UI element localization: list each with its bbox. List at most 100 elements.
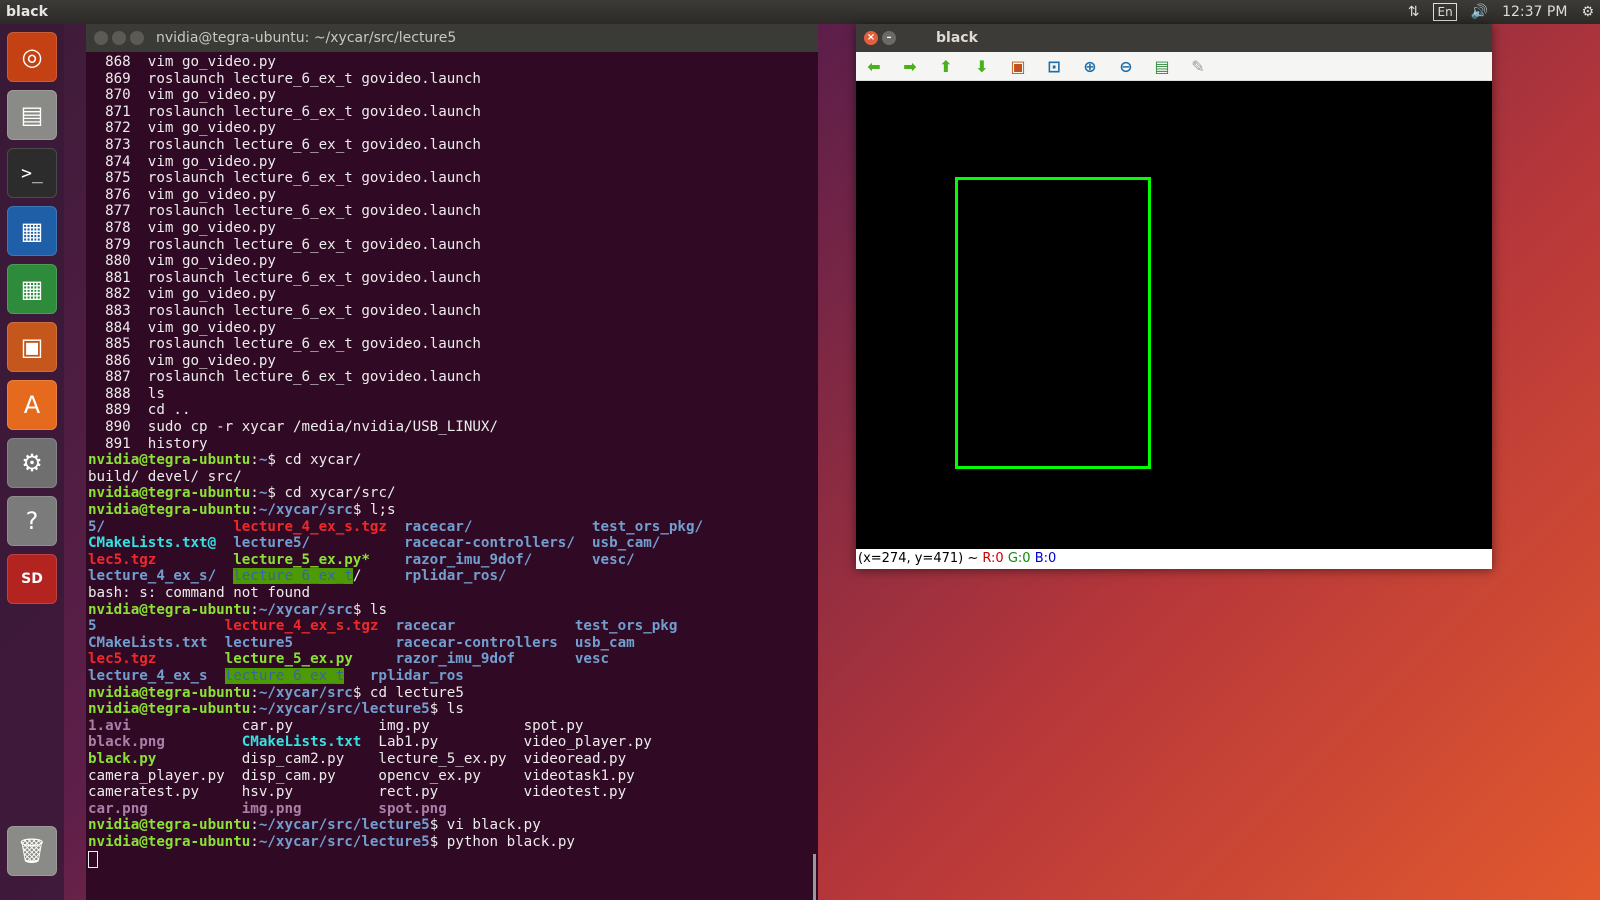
wrench-gear-icon[interactable]: ⚙ [7, 438, 57, 488]
ls-entry: 5/ [88, 518, 234, 535]
history-number: 872 [88, 120, 148, 137]
terminal-line: 5/ lecture_4_ex_s.tgz racecar/ test_ors_… [88, 519, 818, 536]
minimize-icon[interactable] [112, 31, 126, 45]
active-window-title: black [6, 4, 48, 20]
terminal-line: 878 vim go_video.py [88, 220, 818, 237]
history-number: 887 [88, 369, 148, 386]
zoom-out-icon[interactable]: ⊖ [1116, 56, 1136, 76]
terminal-line: 875 roslaunch lecture_6_ex_t govideo.lau… [88, 170, 818, 187]
prompt-symbol: $ [267, 452, 285, 469]
prompt-path: ~/xycar/src/lecture5 [258, 817, 430, 834]
close-icon[interactable] [94, 31, 108, 45]
terminal-icon[interactable]: >_ [7, 148, 57, 198]
system-tray: ⇅ En 🔊 12:37 PM ⚙ [1408, 0, 1594, 24]
terminal-titlebar[interactable]: nvidia@tegra-ubuntu: ~/xycar/src/lecture… [86, 24, 818, 52]
terminal-line: 5 lecture_4_ex_s.tgz racecar test_ors_pk… [88, 618, 818, 635]
terminal-line: nvidia@tegra-ubuntu:~/xycar/src/lecture5… [88, 701, 818, 718]
terminal-output[interactable]: 868 vim go_video.py 869 roslaunch lectur… [86, 52, 818, 868]
sd-card-icon[interactable]: SD [7, 554, 57, 604]
image-viewer-titlebar[interactable]: × – black [856, 24, 1492, 52]
error-message: bash: s: command not found [88, 585, 311, 601]
arrow-right-icon[interactable]: ➡ [900, 56, 920, 76]
terminal-line: CMakeLists.txt lecture5 racecar-controll… [88, 635, 818, 652]
history-number: 881 [88, 269, 148, 286]
terminal-window[interactable]: nvidia@tegra-ubuntu: ~/xycar/src/lecture… [86, 24, 818, 900]
ls-entry: usb_cam [574, 634, 635, 651]
zoom-in-icon[interactable]: ⊕ [1080, 56, 1100, 76]
terminal-line: 870 vim go_video.py [88, 87, 818, 104]
ls-entry: videotask1.py [523, 767, 635, 784]
prompt-user: nvidia@tegra-ubuntu [88, 833, 251, 850]
history-command: roslaunch lecture_6_ex_t govideo.launch [147, 336, 481, 353]
arrow-left-icon[interactable]: ⬅ [864, 56, 884, 76]
shopping-bag-icon[interactable]: A [7, 380, 57, 430]
history-number: 874 [88, 153, 148, 170]
history-number: 886 [88, 352, 148, 369]
arrow-up-icon[interactable]: ⬆ [936, 56, 956, 76]
ls-entry: lecture_5_ex.py [224, 651, 396, 668]
maximize-icon[interactable] [130, 31, 144, 45]
history-command: roslaunch lecture_6_ex_t govideo.launch [147, 203, 481, 220]
history-command: roslaunch lecture_6_ex_t govideo.launch [147, 302, 481, 319]
document-icon[interactable]: ▦ [7, 206, 57, 256]
ls-entry: 5 [88, 618, 225, 635]
history-number: 882 [88, 286, 148, 303]
ubuntu-logo-icon[interactable]: ◎ [7, 32, 57, 82]
ls-entry: vesc [574, 651, 610, 668]
prompt-sep: : [250, 701, 259, 718]
ls-entry: img.py [378, 717, 524, 734]
keyboard-layout-indicator[interactable]: En [1433, 3, 1457, 21]
ls-entry: test_ors_pkg [574, 618, 678, 635]
presentation-icon[interactable]: ▣ [7, 322, 57, 372]
terminal-line: nvidia@tegra-ubuntu:~/xycar/src$ ls [88, 602, 818, 619]
image-canvas[interactable] [856, 81, 1492, 549]
ls-entry: cameratest.py [88, 784, 242, 801]
ls-entry: lecture_4_ex_s.tgz [224, 618, 396, 635]
launcher: ◎ ▤ >_ ▦ ▦ ▣ A ⚙ ? SD 🗑 [0, 24, 64, 900]
ls-entry: disp_cam2.py [241, 750, 379, 767]
prompt-command: cd xycar/ [284, 452, 362, 469]
ls-entry: spot.png [378, 800, 524, 817]
clock[interactable]: 12:37 PM [1502, 0, 1567, 24]
zoom-fit-icon[interactable]: ⊡ [1044, 56, 1064, 76]
prompt-sep: : [250, 502, 259, 519]
spreadsheet-icon[interactable]: ▦ [7, 264, 57, 314]
question-icon[interactable]: ? [7, 496, 57, 546]
ls-entry: camera_player.py [88, 767, 242, 784]
ls-entry: rplidar_ros [369, 667, 550, 684]
prompt-path: ~/xycar/src [258, 601, 353, 618]
close-icon[interactable]: × [864, 31, 878, 45]
minimize-icon[interactable]: – [882, 31, 896, 45]
file-cabinet-icon[interactable]: ▤ [7, 90, 57, 140]
terminal-line: 885 roslaunch lecture_6_ex_t govideo.lau… [88, 336, 818, 353]
history-number: 879 [88, 236, 148, 253]
trash-icon[interactable]: 🗑 [7, 826, 57, 876]
terminal-line: 881 roslaunch lecture_6_ex_t govideo.lau… [88, 270, 818, 287]
history-number: 869 [88, 70, 148, 87]
prompt-path: ~/xycar/src/lecture5 [258, 701, 430, 718]
properties-icon[interactable]: ✎ [1188, 56, 1208, 76]
prompt-path: ~/xycar/src/lecture5 [258, 833, 430, 850]
ls-entry: img.png [241, 800, 379, 817]
prompt-user: nvidia@tegra-ubuntu [88, 684, 251, 701]
volume-icon[interactable]: 🔊 [1471, 0, 1488, 24]
network-icon[interactable]: ⇅ [1408, 0, 1420, 24]
history-command: ls [147, 385, 165, 402]
history-command: vim go_video.py [147, 286, 276, 303]
image-icon[interactable]: ▣ [1008, 56, 1028, 76]
ls-entry: lec5.tgz [88, 651, 225, 668]
prompt-symbol: $ [352, 601, 370, 618]
save-icon[interactable]: ▤ [1152, 56, 1172, 76]
gear-icon[interactable]: ⚙ [1581, 0, 1594, 24]
prompt-command: ls [369, 601, 387, 618]
terminal-line: 1.avi car.py img.py spot.py [88, 718, 818, 735]
history-number: 877 [88, 203, 148, 220]
terminal-scrollbar[interactable] [813, 854, 816, 900]
terminal-line: nvidia@tegra-ubuntu:~$ cd xycar/src/ [88, 485, 818, 502]
history-number: 889 [88, 402, 148, 419]
history-command: roslaunch lecture_6_ex_t govideo.launch [147, 70, 481, 87]
image-viewer-window[interactable]: × – black ⬅ ➡ ⬆ ⬇ ▣ ⊡ ⊕ ⊖ ▤ ✎ (x=274, y=… [856, 24, 1492, 569]
command-output: build/ devel/ src/ [88, 468, 242, 485]
pixel-coordinates: (x=274, y=471) ~ [858, 551, 979, 566]
arrow-down-icon[interactable]: ⬇ [972, 56, 992, 76]
